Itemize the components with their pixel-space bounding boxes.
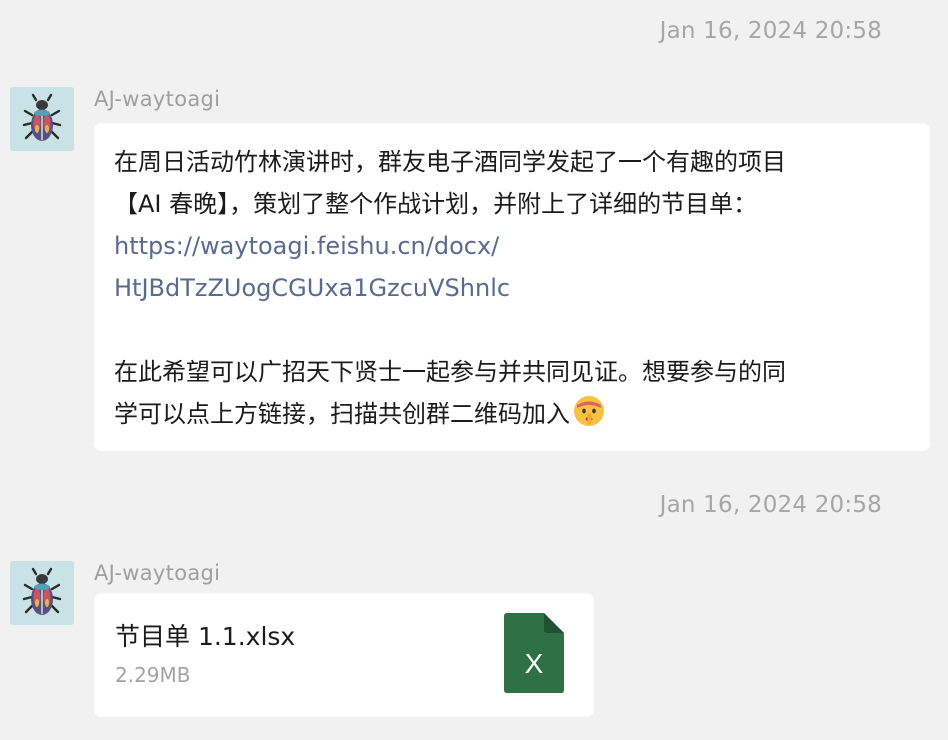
file-size: 2.29MB — [115, 663, 191, 687]
message-timestamp: Jan 16, 2024 20:58 — [659, 18, 882, 44]
sender-avatar[interactable] — [10, 87, 74, 151]
message-link[interactable]: https://waytoagi.feishu.cn/docx/ — [114, 225, 930, 267]
message-bubble[interactable]: 在周日活动竹林演讲时，群友电子酒同学发起了一个有趣的项目 【AI 春晚】，策划了… — [94, 123, 930, 451]
message-timestamp: Jan 16, 2024 20:58 — [659, 492, 882, 518]
file-name: 节目单 1.1.xlsx — [115, 622, 296, 651]
sender-name: AJ-waytoagi — [94, 561, 221, 585]
message-text-span: 学可以点上方链接，扫描共创群二维码加入 — [114, 400, 570, 428]
shushing-face-emoji — [572, 394, 606, 441]
message-text-line: 在周日活动竹林演讲时，群友电子酒同学发起了一个有趣的项目 — [114, 148, 786, 176]
message-text-line: 学可以点上方链接，扫描共创群二维码加入 — [114, 393, 930, 441]
file-icon-letter: X — [525, 648, 544, 679]
sender-avatar[interactable] — [10, 561, 74, 625]
beetle-icon — [22, 567, 62, 615]
beetle-icon — [22, 93, 62, 141]
excel-file-icon: X — [504, 613, 564, 693]
message-link[interactable]: HtJBdTzZUogCGUxa1GzcuVShnlc — [114, 267, 930, 309]
sender-name: AJ-waytoagi — [94, 87, 221, 111]
message-text-line: 【AI 春晚】，策划了整个作战计划，并附上了详细的节目单： — [114, 190, 758, 218]
message-text-line: 在此希望可以广招天下贤士一起参与并共同见证。想要参与的同 — [114, 358, 786, 386]
file-attachment-card[interactable]: 节目单 1.1.xlsx 2.29MB X — [94, 593, 594, 717]
